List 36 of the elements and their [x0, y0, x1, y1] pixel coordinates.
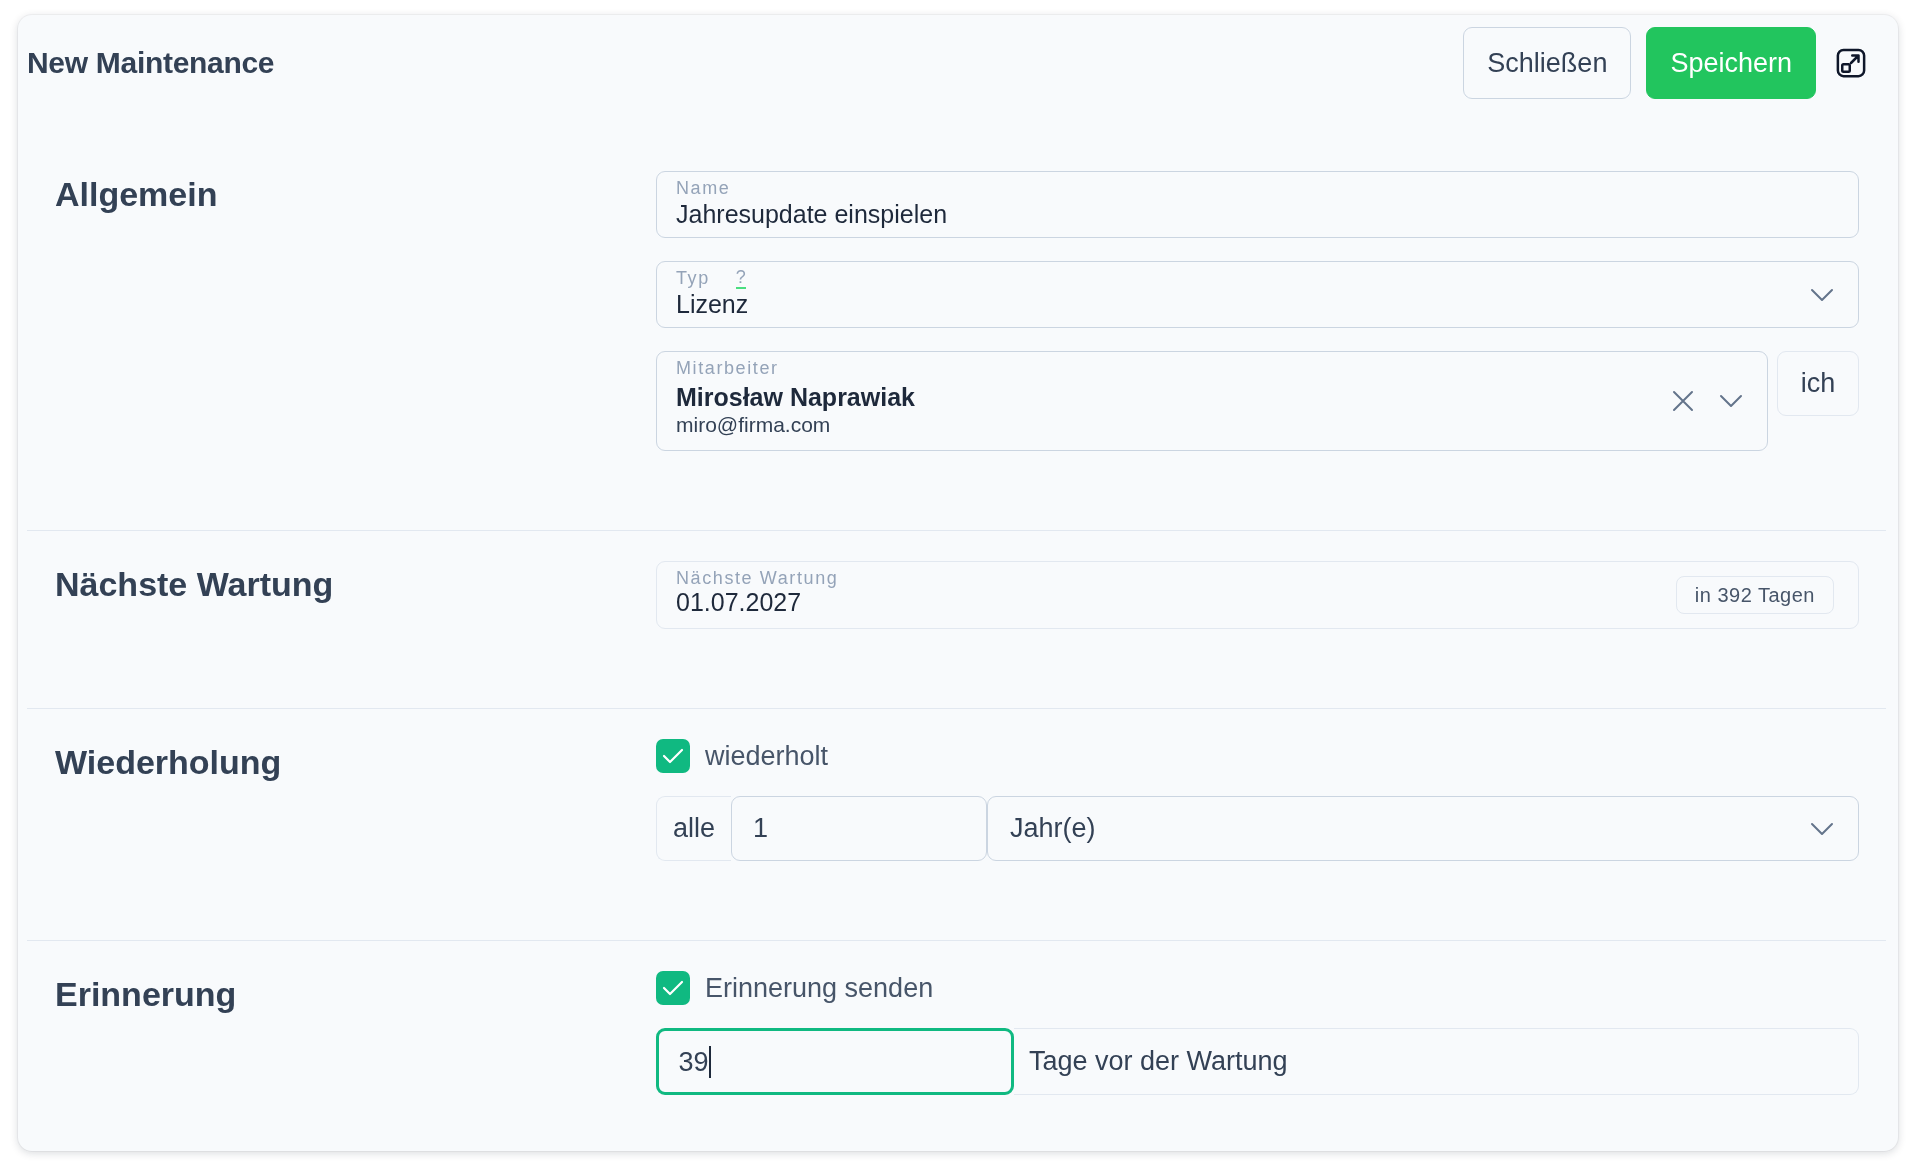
field-value: 01.07.2027 [676, 589, 802, 615]
section-heading: Nächste Wartung [55, 564, 334, 605]
field-value: Jahresupdate einspielen [676, 199, 948, 229]
number-field[interactable]: 1 [731, 796, 987, 861]
close-button[interactable]: Schließen [1463, 27, 1632, 99]
check-icon [662, 748, 684, 764]
checkbox[interactable] [656, 739, 690, 773]
section-heading: Wiederholung [55, 742, 282, 783]
expand-icon[interactable] [1836, 48, 1866, 78]
employee-name: Mirosław Naprawiak [676, 382, 915, 412]
days-badge: in 392 Tagen [1675, 576, 1834, 614]
field-label: Mitarbeiter [676, 357, 779, 379]
check-icon [662, 980, 684, 996]
field-suffix: Tage vor der Wartung [1014, 1028, 1859, 1095]
checkbox-label: Erinnerung senden [705, 972, 934, 1005]
field-value: Lizenz [676, 289, 749, 319]
close-icon[interactable] [1672, 390, 1694, 412]
field-label: Nächste Wartung [676, 567, 839, 589]
date-field[interactable]: Nächste Wartung 01.07.2027 in 392 Tagen [656, 561, 1859, 629]
field-label: Name [676, 177, 731, 199]
days-field[interactable]: 39 [656, 1028, 1014, 1095]
dialog-title: New Maintenance [27, 45, 275, 81]
select-field[interactable]: Typ ? Lizenz [656, 261, 1859, 328]
field-label: Typ [676, 267, 710, 289]
text-field[interactable]: Name Jahresupdate einspielen [656, 171, 1859, 238]
section-heading: Allgemein [55, 174, 218, 215]
unit-select[interactable]: Jahr(e) [987, 796, 1859, 861]
checkbox-label: wiederholt [705, 740, 829, 773]
chevron-down-icon [1810, 287, 1834, 302]
section-heading: Erinnerung [55, 974, 237, 1015]
chevron-down-icon [1719, 394, 1743, 408]
checkbox[interactable] [656, 971, 690, 1005]
chevron-down-icon [1810, 821, 1834, 836]
employee-email: miro@firma.com [676, 412, 831, 438]
employee-select[interactable]: Mitarbeiter Mirosław Naprawiak miro@firma.com [656, 351, 1768, 451]
me-button[interactable]: ich [1777, 351, 1859, 416]
